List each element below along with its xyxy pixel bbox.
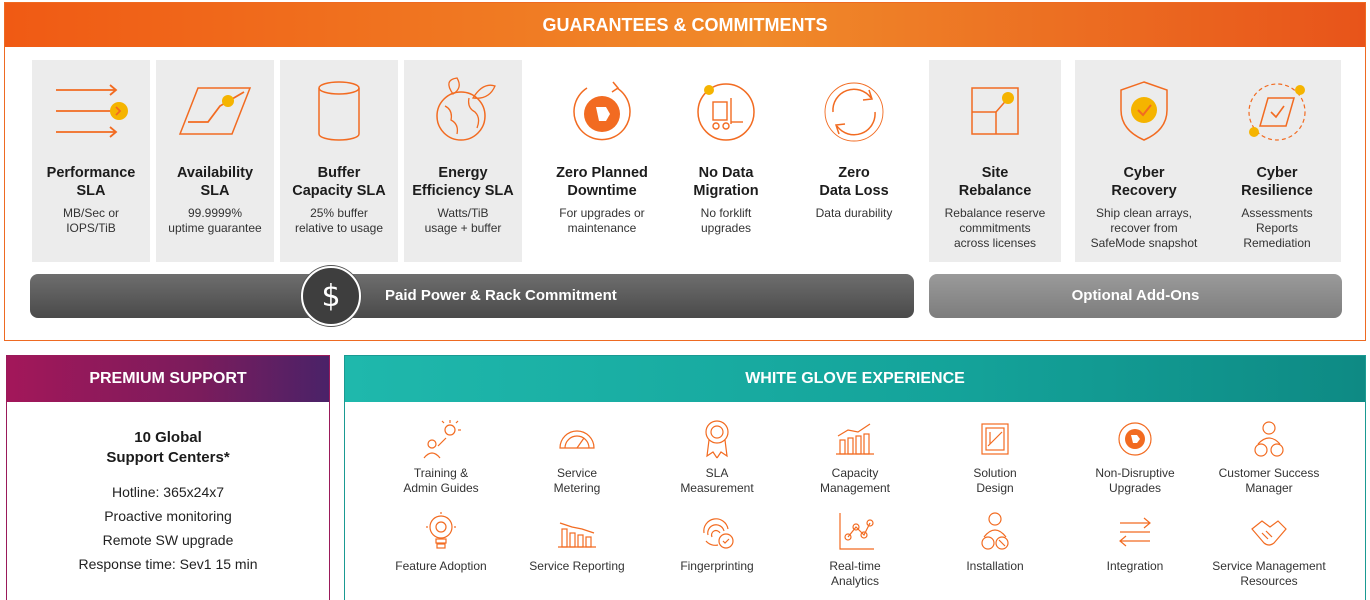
installation-icon [925, 511, 1065, 553]
wg-item-service-reporting: Service Reporting [507, 511, 647, 574]
wg-item-fingerprinting: Fingerprinting [647, 511, 787, 574]
customer-manager-icon [1199, 418, 1339, 460]
support-centers-title: 10 Global Support Centers* [106, 429, 230, 466]
wg-label: Solution Design [973, 466, 1017, 495]
premium-support-header: PREMIUM SUPPORT [7, 356, 329, 402]
card-performance-sla: Performance SLA MB/Sec or IOPS/TiB [32, 60, 150, 262]
dollar-coin-icon: $ [301, 266, 361, 326]
wg-item-non-disruptive-upgrades: Non-Disruptive Upgrades [1065, 418, 1205, 496]
card-buffer-capacity-sla: Buffer Capacity SLA 25% buffer relative … [280, 60, 398, 262]
card-title: Performance SLA [46, 165, 136, 199]
wg-label: Customer Success Manager [1218, 466, 1320, 495]
design-board-icon [925, 418, 1065, 460]
card-title: Buffer Capacity SLA [292, 165, 386, 199]
award-ribbon-icon [647, 418, 787, 460]
paid-power-rack-bar: Paid Power & Rack Commitment [30, 274, 914, 318]
shield-check-icon [1075, 76, 1213, 146]
wg-item-integration: Integration [1065, 511, 1205, 574]
globe-leaf-icon [404, 76, 522, 146]
bar-growth-icon [785, 418, 925, 460]
fingerprint-icon [647, 511, 787, 553]
wg-label: SLA Measurement [680, 466, 754, 495]
card-desc: For upgrades or maintenance [559, 206, 645, 235]
support-line-response: Response time: Sev1 15 min [78, 556, 258, 572]
wg-label: Service Metering [553, 466, 601, 495]
card-title: Cyber Resilience [1241, 165, 1313, 199]
card-desc: 25% buffer relative to usage [294, 206, 384, 235]
analytics-icon [785, 511, 925, 553]
upgrade-logo-icon [1065, 418, 1205, 460]
card-site-rebalance: Site Rebalance Rebalance reserve commitm… [929, 60, 1061, 262]
handshake-icon [1199, 511, 1339, 553]
wg-label: Feature Adoption [395, 559, 487, 573]
optional-addons-label: Optional Add-Ons [1071, 287, 1200, 304]
card-desc: MB/Sec or IOPS/TiB [62, 206, 119, 235]
support-line-upgrade: Remote SW upgrade [102, 532, 234, 548]
training-icon [371, 418, 511, 460]
wg-item-customer-success-manager: Customer Success Manager [1199, 418, 1339, 496]
rebalance-square-icon [929, 76, 1061, 146]
wg-label: Real-time Analytics [829, 559, 881, 588]
wg-item-service-metering: Service Metering [507, 418, 647, 496]
wg-item-installation: Installation [925, 511, 1065, 574]
white-glove-panel: WHITE GLOVE EXPERIENCE Training & Admin … [344, 355, 1366, 600]
card-no-data-migration: No Data Migration No forklift upgrades [667, 60, 785, 262]
wg-item-solution-design: Solution Design [925, 418, 1065, 496]
card-cyber-resilience: Cyber Resilience Assessments Reports Rem… [1213, 60, 1341, 262]
card-desc: Data durability [815, 206, 893, 220]
wg-item-service-management-resources: Service Management Resources [1199, 511, 1339, 589]
wg-item-feature-adoption: Feature Adoption [371, 511, 511, 574]
card-cyber-recovery: Cyber Recovery Ship clean arrays, recove… [1075, 60, 1213, 262]
gauge-icon [507, 418, 647, 460]
card-title: Zero Data Loss [819, 165, 889, 199]
optional-addons-bar: Optional Add-Ons [929, 274, 1342, 318]
resilience-check-icon [1213, 76, 1341, 146]
refresh-logo-icon [537, 76, 667, 146]
forklift-icon [667, 76, 785, 146]
support-line-hotline: Hotline: 365x24x7 [111, 484, 225, 500]
card-desc: Assessments Reports Remediation [1241, 206, 1313, 250]
card-desc: Ship clean arrays, recover from SafeMode… [1090, 206, 1198, 250]
wg-label: Service Reporting [529, 559, 625, 573]
integration-arrows-icon [1065, 511, 1205, 553]
wg-item-realtime-analytics: Real-time Analytics [785, 511, 925, 589]
performance-arrows-icon [32, 76, 150, 146]
card-desc: Watts/TiB usage + buffer [424, 206, 502, 235]
wg-label: Installation [966, 559, 1024, 573]
paid-power-rack-label: Paid Power & Rack Commitment [385, 287, 617, 304]
card-desc: 99.9999% uptime guarantee [168, 206, 262, 235]
card-availability-sla: Availability SLA 99.9999% uptime guarant… [156, 60, 274, 262]
card-desc: Rebalance reserve commitments across lic… [944, 206, 1046, 250]
card-title: Site Rebalance [958, 165, 1032, 199]
wg-label: Fingerprinting [680, 559, 754, 573]
circular-arrows-icon [795, 76, 913, 146]
wg-label: Service Management Resources [1212, 559, 1326, 588]
guarantees-header: GUARANTEES & COMMITMENTS [5, 3, 1365, 47]
wg-label: Integration [1106, 559, 1164, 573]
lightbulb-gear-icon [371, 511, 511, 553]
card-title: Zero Planned Downtime [556, 165, 648, 199]
guarantees-panel: GUARANTEES & COMMITMENTS Performance SLA… [4, 2, 1366, 341]
card-zero-data-loss: Zero Data Loss Data durability [795, 60, 913, 262]
wg-label: Training & Admin Guides [403, 466, 479, 495]
premium-support-panel: PREMIUM SUPPORT 10 Global Support Center… [6, 355, 330, 600]
support-line-monitoring: Proactive monitoring [104, 508, 232, 524]
dollar-symbol: $ [321, 279, 340, 314]
wg-item-training: Training & Admin Guides [371, 418, 511, 496]
card-title: Energy Efficiency SLA [412, 165, 514, 199]
card-title: Availability SLA [176, 165, 254, 199]
card-energy-efficiency-sla: Energy Efficiency SLA Watts/TiB usage + … [404, 60, 522, 262]
wg-label: Non-Disruptive Upgrades [1095, 466, 1175, 495]
white-glove-header: WHITE GLOVE EXPERIENCE [345, 356, 1365, 402]
report-bars-icon [507, 511, 647, 553]
card-title: No Data Migration [693, 165, 759, 199]
card-zero-planned-downtime: Zero Planned Downtime For upgrades or ma… [537, 60, 667, 262]
cylinder-icon [280, 76, 398, 146]
wg-label: Capacity Management [819, 466, 891, 495]
wg-item-capacity-management: Capacity Management [785, 418, 925, 496]
availability-chart-icon [156, 76, 274, 146]
card-desc: No forklift upgrades [700, 206, 752, 235]
wg-item-sla-measurement: SLA Measurement [647, 418, 787, 496]
card-title: Cyber Recovery [1111, 165, 1177, 199]
